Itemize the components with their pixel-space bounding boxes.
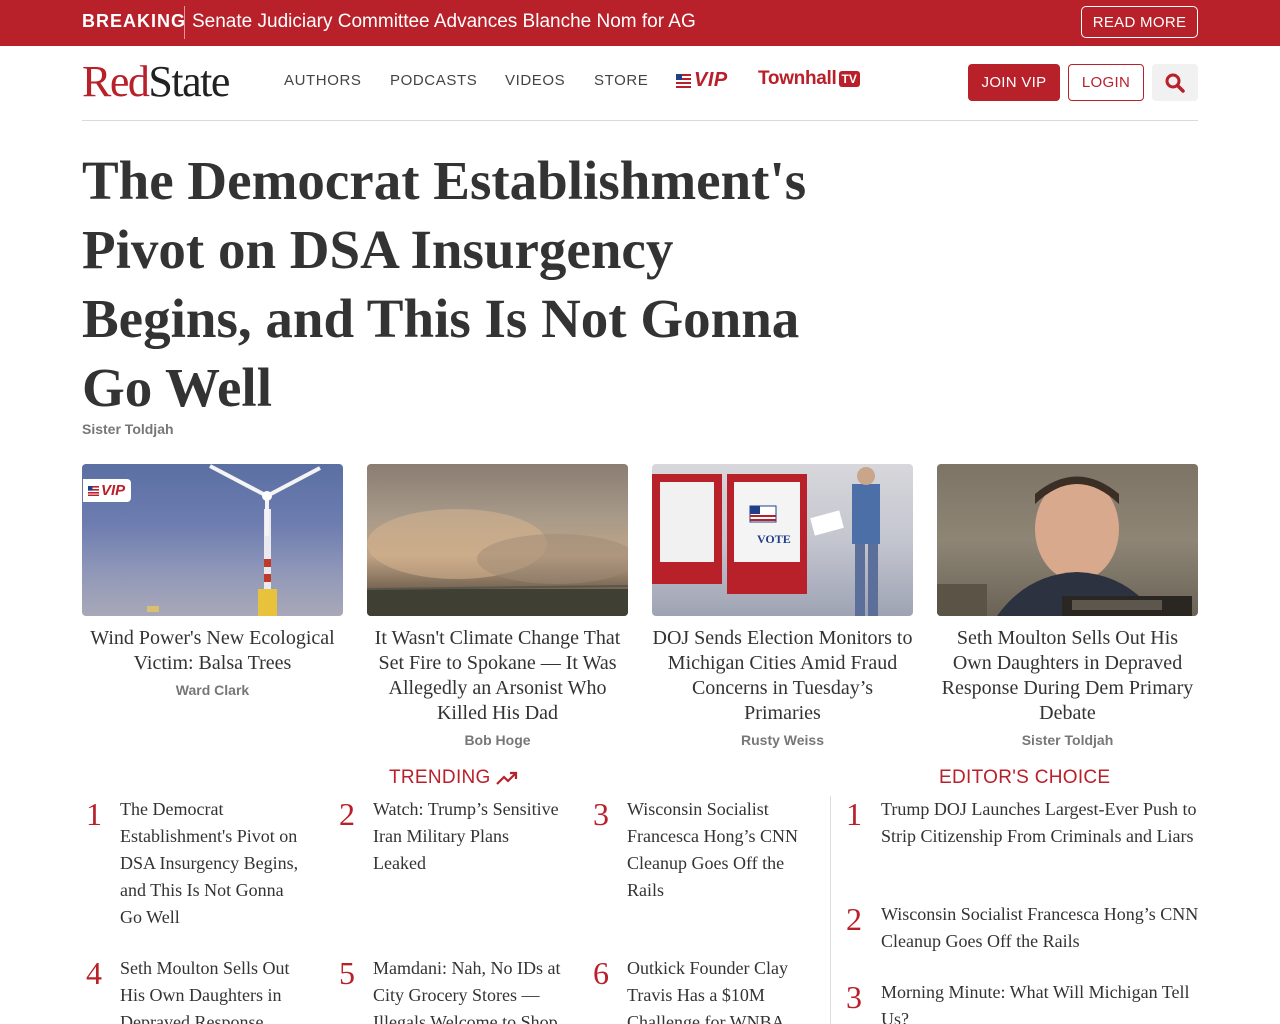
breaking-separator xyxy=(184,6,185,39)
trending-title[interactable]: The Democrat Establishment's Pivot on DS… xyxy=(120,796,308,931)
column-divider xyxy=(830,796,831,1024)
card-title[interactable]: It Wasn't Climate Change That Set Fire t… xyxy=(367,626,628,726)
trending-rank: 1 xyxy=(86,796,102,832)
vip-badge: VIP xyxy=(83,479,132,502)
breaking-label: BREAKING xyxy=(82,11,187,31)
search-button[interactable] xyxy=(1152,64,1198,101)
townhall-label: Townhall xyxy=(758,68,837,89)
editors-choice-rank: 1 xyxy=(846,796,862,832)
vote-sign-text: VOTE xyxy=(757,532,791,546)
trending-title[interactable]: Seth Moulton Sells Out His Own Daughters… xyxy=(120,955,308,1024)
nav-authors[interactable]: AUTHORS xyxy=(284,72,362,89)
card-author[interactable]: Rusty Weiss xyxy=(652,732,913,748)
nav-videos[interactable]: VIDEOS xyxy=(505,72,565,89)
editors-choice-title[interactable]: Morning Minute: What Will Michigan Tell … xyxy=(881,979,1199,1024)
join-vip-button[interactable]: JOIN VIP xyxy=(968,64,1060,101)
editors-choice-title[interactable]: Trump DOJ Launches Largest-Ever Push to … xyxy=(881,796,1199,850)
trending-rank: 5 xyxy=(339,955,355,991)
vip-label: VIP xyxy=(694,69,728,91)
card-title[interactable]: DOJ Sends Election Monitors to Michigan … xyxy=(652,626,913,726)
trending-title[interactable]: Watch: Trump’s Sensitive Iran Military P… xyxy=(373,796,561,877)
card-image-wildfire-smoke[interactable] xyxy=(367,464,628,616)
card-image-voting-booth[interactable]: VOTE xyxy=(652,464,913,616)
trending-rank: 6 xyxy=(593,955,609,991)
breaking-headline[interactable]: Senate Judiciary Committee Advances Blan… xyxy=(192,11,696,33)
site-header: RedState AUTHORS PODCASTS VIDEOS STORE V… xyxy=(82,46,1198,121)
card-image-wind-turbine[interactable]: VIP xyxy=(82,464,343,616)
card-title[interactable]: Wind Power's New Ecological Victim: Bals… xyxy=(82,626,343,676)
search-icon xyxy=(1165,73,1185,93)
article-card[interactable]: Seth Moulton Sells Out His Own Daughters… xyxy=(937,464,1198,748)
card-author[interactable]: Sister Toldjah xyxy=(937,732,1198,748)
trending-rank: 3 xyxy=(593,796,609,832)
smoke-field-illustration xyxy=(367,509,628,616)
trending-rank: 2 xyxy=(339,796,355,832)
nav-store[interactable]: STORE xyxy=(594,72,648,89)
trending-up-icon xyxy=(495,771,517,785)
trending-title[interactable]: Outkick Founder Clay Travis Has a $10M C… xyxy=(627,955,815,1024)
nav-vip[interactable]: VIP xyxy=(676,69,728,92)
tv-badge: TV xyxy=(838,71,860,87)
article-card[interactable]: VOTE DOJ Sends Election Monitors to Mich… xyxy=(652,464,913,748)
hero-author[interactable]: Sister Toldjah xyxy=(82,421,174,437)
read-more-button[interactable]: READ MORE xyxy=(1081,6,1198,38)
editors-choice-heading: EDITOR'S CHOICE xyxy=(939,767,1111,788)
article-card[interactable]: It Wasn't Climate Change That Set Fire t… xyxy=(367,464,628,748)
card-title[interactable]: Seth Moulton Sells Out His Own Daughters… xyxy=(937,626,1198,726)
card-author[interactable]: Bob Hoge xyxy=(367,732,628,748)
flag-icon xyxy=(88,485,99,496)
hero-headline[interactable]: The Democrat Establishment's Pivot on DS… xyxy=(82,146,842,422)
redstate-logo[interactable]: RedState xyxy=(82,57,230,106)
trending-title[interactable]: Wisconsin Socialist Francesca Hong’s CNN… xyxy=(627,796,815,904)
card-image-seth-moulton[interactable] xyxy=(937,464,1198,616)
breaking-news-bar: BREAKING Senate Judiciary Committee Adva… xyxy=(0,0,1280,46)
voting-booth-illustration: VOTE xyxy=(652,467,880,616)
logo-dark-part: State xyxy=(148,57,230,106)
editors-choice-title[interactable]: Wisconsin Socialist Francesca Hong’s CNN… xyxy=(881,901,1199,955)
login-button[interactable]: LOGIN xyxy=(1068,64,1144,101)
nav-podcasts[interactable]: PODCASTS xyxy=(390,72,477,89)
vip-badge-label: VIP xyxy=(101,482,126,499)
card-author[interactable]: Ward Clark xyxy=(82,682,343,698)
article-card[interactable]: VIP Wind Power's New Ecological Victim: … xyxy=(82,464,343,698)
logo-red-part: Red xyxy=(82,57,150,106)
flag-icon xyxy=(676,73,691,88)
trending-title[interactable]: Mamdani: Nah, No IDs at City Grocery Sto… xyxy=(373,955,561,1024)
trending-heading-label: TRENDING xyxy=(389,767,491,788)
editors-choice-rank: 2 xyxy=(846,901,862,937)
portrait-illustration xyxy=(937,476,1192,616)
trending-rank: 4 xyxy=(86,955,102,991)
nav-townhall-tv[interactable]: Townhall TV xyxy=(758,68,860,90)
editors-choice-rank: 3 xyxy=(846,979,862,1015)
trending-heading: TRENDING xyxy=(389,767,518,789)
